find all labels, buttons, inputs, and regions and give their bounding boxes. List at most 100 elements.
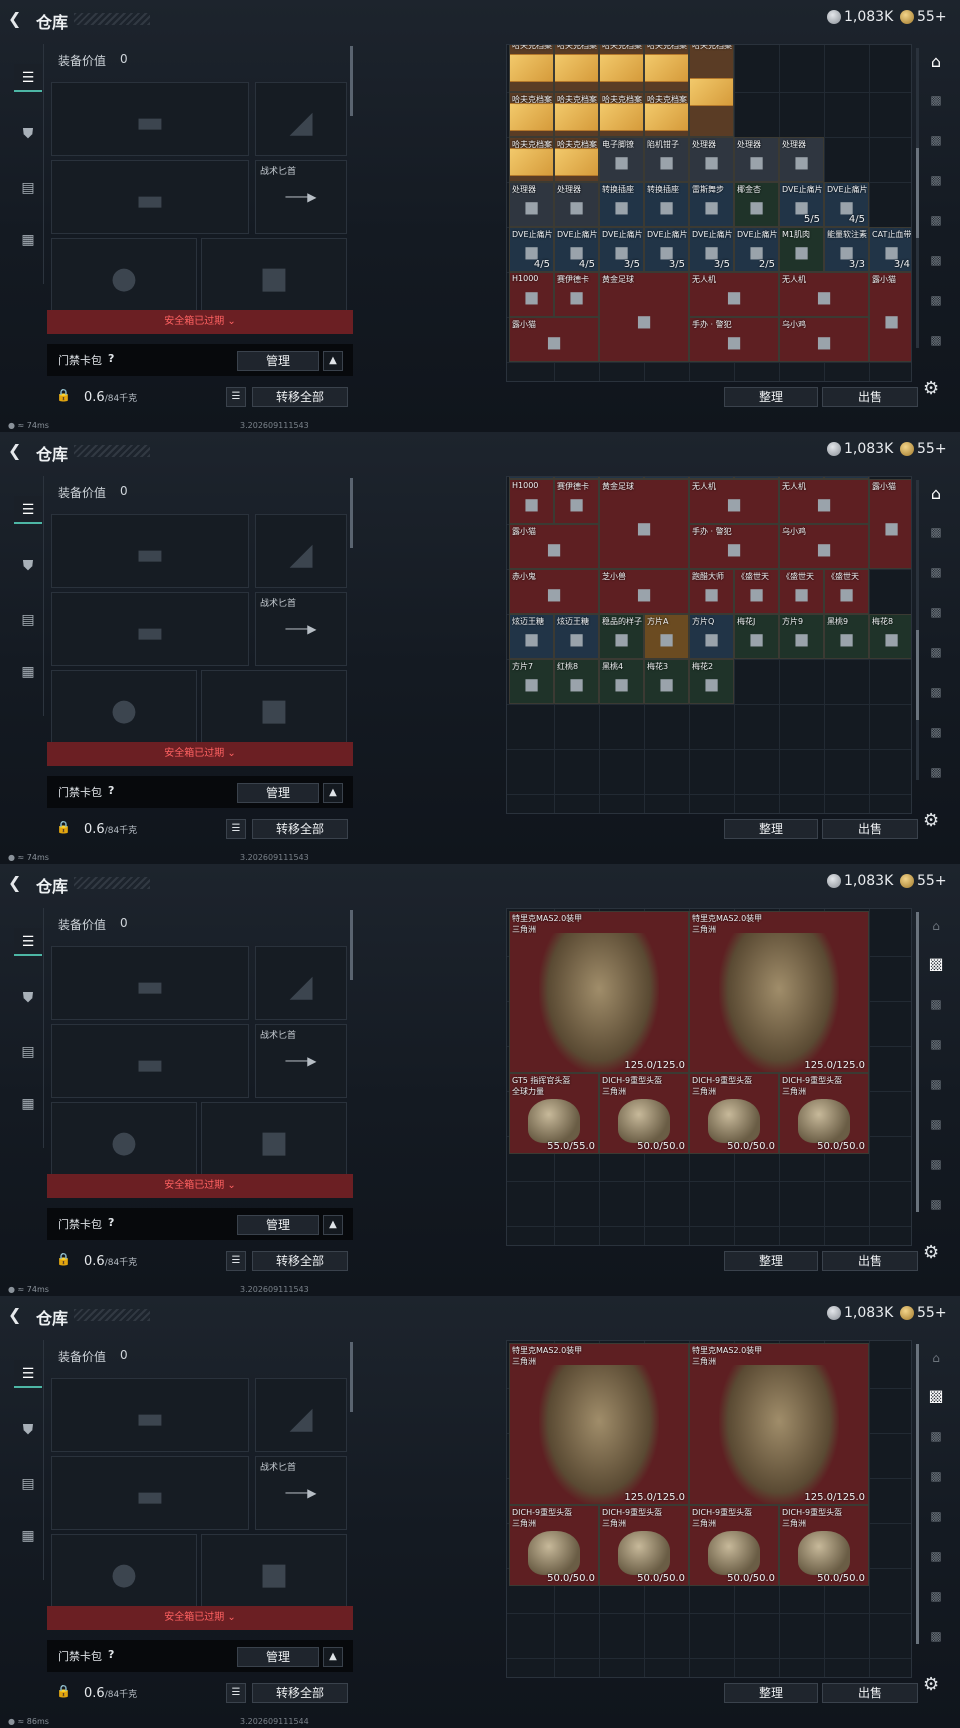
inventory-item[interactable]: ■ 黄金足球 [599,272,689,362]
inventory-item[interactable]: ■ 露小猫 [509,524,599,569]
inventory-item[interactable]: 50.0/50.0 DICH-9重型头盔 三角洲 [779,1505,869,1586]
inventory-item[interactable]: ■ DVE止痛片 3/5 [599,227,644,272]
arrange-button[interactable]: 整理 [724,819,818,839]
secondary-weapon-slot[interactable]: ▬ [51,1024,249,1098]
inventory-item[interactable]: ■ 乌小鸡 [779,524,869,569]
list-icon[interactable]: ☰ [226,1251,246,1271]
inventory-item[interactable]: ■ 炫迈王糖 [554,614,599,659]
inventory-item[interactable]: ■ 处理器 [554,182,599,227]
safe-box-expired-banner[interactable]: 安全箱已过期 ⌄ [47,1174,353,1198]
helmet-slot[interactable]: ● [51,1102,197,1176]
storage-scrollbar[interactable] [916,480,919,780]
secondary-weapon-slot[interactable]: ▬ [51,160,249,234]
inventory-item[interactable]: ■ 赤小鬼 [509,569,599,614]
inventory-item[interactable]: ■ 雷斯舞步 [689,182,734,227]
settings-gear-icon[interactable]: ⚙ [923,1674,939,1695]
helmet-slot[interactable]: ● [51,1534,197,1608]
settings-gear-icon[interactable]: ⚙ [923,1242,939,1263]
primary-weapon-slot[interactable]: ▬ [51,82,249,156]
back-arrow-icon[interactable]: ❮ [8,874,28,892]
inventory-item[interactable]: ■ DVE止痛片 3/5 [644,227,689,272]
inventory-item[interactable]: 125.0/125.0 特里克MAS2.0装甲 三角洲 [509,1343,689,1505]
inventory-item[interactable]: 哈夫克档案 [554,45,599,92]
sell-button[interactable]: 出售 [822,387,918,407]
helmet-slot[interactable]: ● [51,238,197,312]
manage-button[interactable]: 管理 [237,1215,319,1235]
tab-storage-3-icon[interactable]: ▩ [920,126,952,154]
tab-armor-icon[interactable]: ⛊ [14,552,42,580]
inventory-item[interactable]: 55.0/55.0 GT5 指挥官头盔 全球力量 [509,1073,599,1154]
tab-storage-7-icon[interactable]: ▩ [920,286,952,314]
scroll-thumb[interactable] [916,912,919,1212]
inventory-item[interactable]: ■ 方片9 [779,614,824,659]
tab-backpack-icon[interactable]: ▦ [14,658,42,686]
inventory-item[interactable]: 哈夫克档案 [509,92,554,137]
inventory-item[interactable]: ■ 方片A [644,614,689,659]
tab-rig-icon[interactable]: ▤ [14,174,42,202]
inventory-item[interactable]: ■ 陷机钳子 [644,137,689,182]
list-icon[interactable]: ☰ [226,387,246,407]
tab-storage-8-icon[interactable]: ▩ [920,758,952,786]
primary-weapon-slot[interactable]: ▬ [51,1378,249,1452]
tab-backpack-icon[interactable]: ▦ [14,1522,42,1550]
tab-all-icon[interactable]: ⌂ [920,912,952,940]
tab-storage-6-icon[interactable]: ▩ [920,246,952,274]
gold-balance[interactable]: 55+ [917,873,947,889]
inventory-item[interactable]: ■ 转换插座 [644,182,689,227]
safe-box-expired-banner[interactable]: 安全箱已过期 ⌄ [47,1606,353,1630]
tab-storage-4-icon[interactable]: ▩ [920,598,952,626]
inventory-item[interactable]: ■ 处理器 [689,137,734,182]
inventory-item[interactable]: 50.0/50.0 DICH-9重型头盔 三角洲 [779,1073,869,1154]
inventory-item[interactable]: 哈夫克档案 [599,45,644,92]
inventory-item[interactable]: ■ DVE止痛片 3/5 [689,227,734,272]
inventory-item[interactable]: 哈夫克档案 [554,137,599,182]
inventory-item[interactable]: ■ 方片7 [509,659,554,704]
tab-all-icon[interactable]: ⌂ [920,48,952,76]
tab-rig-icon[interactable]: ▤ [14,606,42,634]
inventory-item[interactable]: ■ 跑醋大师 [689,569,734,614]
inventory-item[interactable]: 125.0/125.0 特里克MAS2.0装甲 三角洲 [509,911,689,1073]
sell-button[interactable]: 出售 [822,1683,918,1703]
inventory-item[interactable]: ■ 无人机 [689,272,779,317]
tab-storage-3-icon[interactable]: ▩ [920,990,952,1018]
inventory-item[interactable]: ■ 方片Q [689,614,734,659]
tab-storage-6-icon[interactable]: ▩ [920,1110,952,1138]
inventory-item[interactable]: ■ 手办 · 警犯 [689,524,779,569]
storage-scrollbar[interactable] [916,1344,919,1644]
inventory-item[interactable]: 125.0/125.0 特里克MAS2.0装甲 三角洲 [689,1343,869,1505]
tab-storage-7-icon[interactable]: ▩ [920,1150,952,1178]
storage-scrollbar[interactable] [916,48,919,348]
inventory-item[interactable]: ■ 梅花3 [644,659,689,704]
inventory-item[interactable]: ■ 黑桃4 [599,659,644,704]
inventory-item[interactable]: ■ H1000 [509,272,554,317]
inventory-item[interactable]: ■ 赛伊德卡 [554,272,599,317]
knife-slot[interactable]: 战术匕首 ───▶ [255,592,347,666]
chevron-up-icon[interactable]: ▲ [323,351,343,371]
tab-storage-4-icon[interactable]: ▩ [920,1030,952,1058]
helmet-slot[interactable]: ● [51,670,197,744]
inventory-item[interactable]: ■ 无人机 [779,272,869,317]
manage-button[interactable]: 管理 [237,351,319,371]
tab-storage-5-icon[interactable]: ▩ [920,206,952,234]
inventory-item[interactable]: ■ 椰金杏 [734,182,779,227]
equipment-scrollbar[interactable] [350,46,353,116]
help-icon[interactable]: ? [108,352,114,365]
inventory-item[interactable]: ■ 芝小兽 [599,569,689,614]
knife-slot[interactable]: 战术匕首 ───▶ [255,1024,347,1098]
inventory-item[interactable]: 50.0/50.0 DICH-9重型头盔 三角洲 [509,1505,599,1586]
tab-backpack-icon[interactable]: ▦ [14,226,42,254]
manage-button[interactable]: 管理 [237,783,319,803]
gold-balance[interactable]: 55+ [917,9,947,25]
tab-storage-5-icon[interactable]: ▩ [920,1070,952,1098]
inventory-item[interactable]: ■ 手办 · 警犯 [689,317,779,362]
tab-armor-icon[interactable]: ⛊ [14,120,42,148]
tab-weapons-icon[interactable]: ☰ [14,1360,42,1388]
tab-storage-8-icon[interactable]: ▩ [920,1622,952,1650]
move-all-button[interactable]: 转移全部 [252,387,348,407]
inventory-item[interactable]: ■ 梅花8 [869,614,911,659]
inventory-item[interactable]: ■ DVE止痛片 4/5 [509,227,554,272]
help-icon[interactable]: ? [108,1216,114,1229]
storage-scrollbar[interactable] [916,912,919,1212]
armor-slot[interactable]: ■ [201,670,347,744]
pistol-slot[interactable]: ◢ [255,514,347,588]
